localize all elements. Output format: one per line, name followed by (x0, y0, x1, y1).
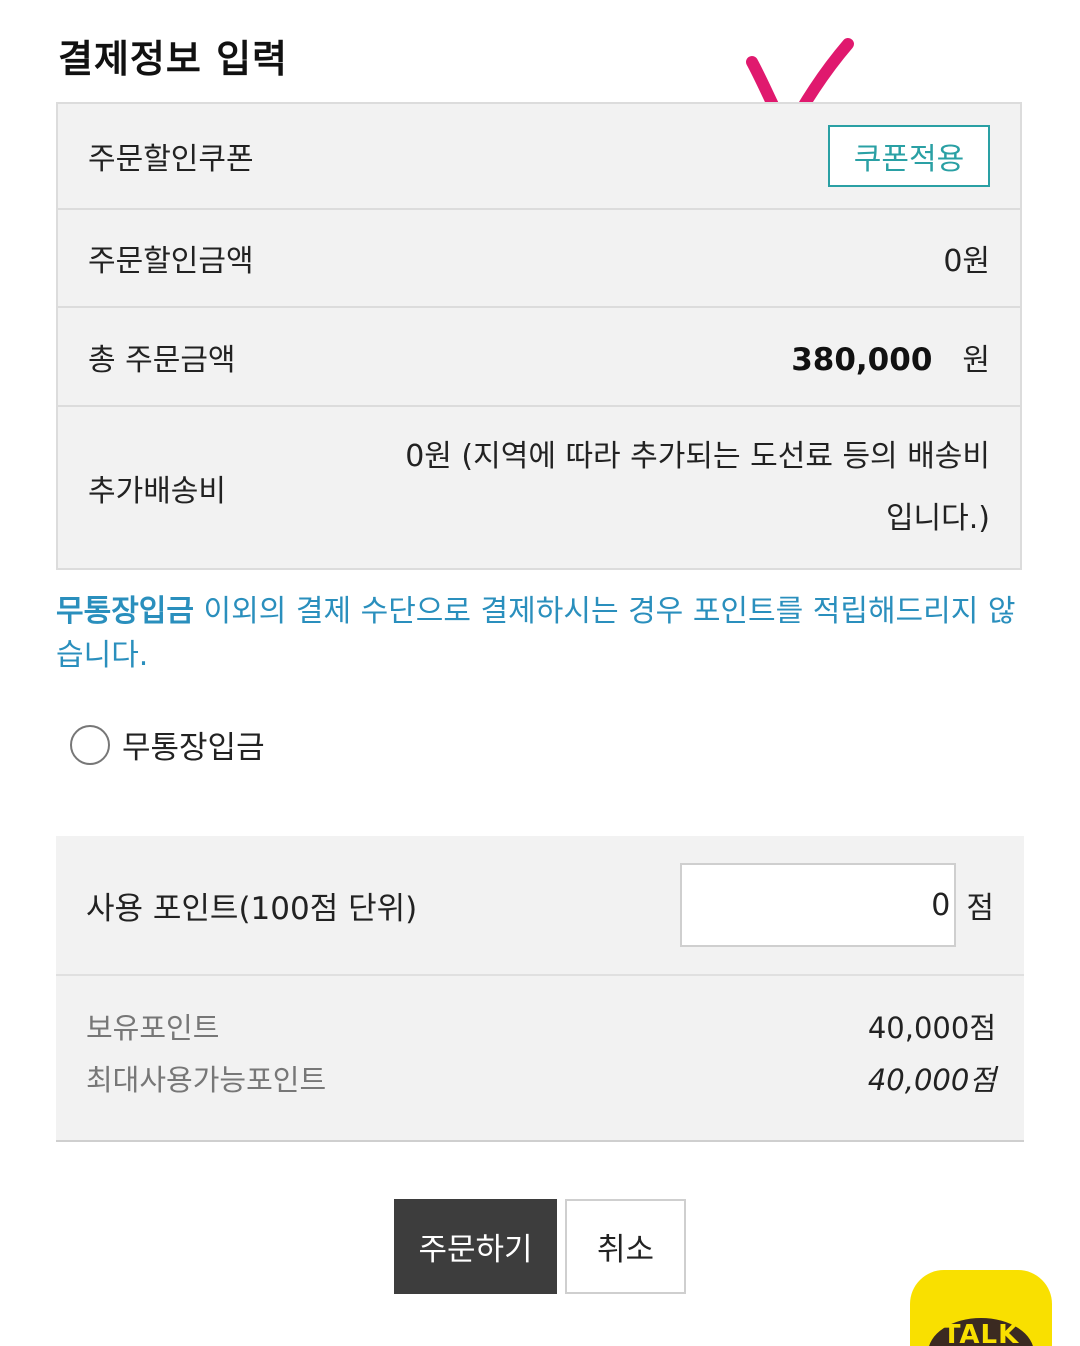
cancel-button[interactable]: 취소 (565, 1199, 686, 1294)
max-points-row: 최대사용가능포인트 40,000점 (86, 1054, 996, 1106)
order-button[interactable]: 주문하기 (394, 1199, 557, 1294)
discount-label: 주문할인금액 (88, 244, 254, 279)
apply-coupon-button[interactable]: 쿠폰적용 (828, 125, 990, 187)
bank-transfer-option[interactable]: 무통장입금 (70, 722, 265, 767)
shipping-label: 추가배송비 (88, 473, 226, 509)
owned-points-label: 보유포인트 (86, 1011, 220, 1045)
shipping-row: 추가배송비 0원 (지역에 따라 추가되는 도선료 등의 배송비입니다.) (58, 407, 1020, 568)
notice-text: 이외의 결제 수단으로 결제하시는 경우 포인트를 적립해드리지 않습니다. (56, 594, 1016, 673)
use-points-row: 사용 포인트(100점 단위) 점 (56, 836, 1024, 976)
coupon-label: 주문할인쿠폰 (88, 142, 254, 177)
bank-transfer-radio[interactable] (70, 724, 110, 765)
talk-label: TALK (942, 1320, 1020, 1346)
points-notice: 무통장입금 이외의 결제 수단으로 결제하시는 경우 포인트를 적립해드리지 않… (56, 590, 1026, 678)
total-label: 총 주문금액 (88, 342, 236, 378)
discount-row: 주문할인금액 0원 (58, 210, 1020, 308)
payment-info-table: 주문할인쿠폰 쿠폰적용 주문할인금액 0원 총 주문금액 380,000 원 추가… (56, 102, 1022, 570)
shipping-value: 0원 (지역에 따라 추가되는 도선료 등의 배송비입니다.) (405, 438, 990, 536)
total-amount: 380,000 (791, 341, 933, 378)
discount-value: 0원 (943, 244, 990, 279)
points-input[interactable] (680, 863, 957, 947)
notice-highlight: 무통장입금 (56, 594, 194, 629)
owned-points-value: 40,000점 (867, 1011, 996, 1045)
use-points-label: 사용 포인트(100점 단위) (86, 890, 418, 927)
kakao-talk-button[interactable]: TALK (910, 1270, 1052, 1346)
total-unit: 원 (962, 342, 990, 378)
total-row: 총 주문금액 380,000 원 (58, 308, 1020, 407)
points-panel: 사용 포인트(100점 단위) 점 보유포인트 40,000점 최대사용가능포인… (56, 836, 1024, 1142)
points-input-group: 점 (680, 863, 994, 947)
max-points-label: 최대사용가능포인트 (86, 1063, 327, 1097)
max-points-value: 40,000점 (867, 1063, 996, 1097)
points-unit: 점 (966, 891, 994, 926)
coupon-row: 주문할인쿠폰 쿠폰적용 (58, 104, 1020, 210)
owned-points-row: 보유포인트 40,000점 (86, 1002, 996, 1054)
page-title: 결제정보 입력 (58, 37, 288, 81)
points-summary: 보유포인트 40,000점 최대사용가능포인트 40,000점 (56, 976, 1024, 1106)
bank-transfer-label: 무통장입금 (122, 730, 265, 766)
total-value: 380,000 원 (791, 335, 990, 379)
